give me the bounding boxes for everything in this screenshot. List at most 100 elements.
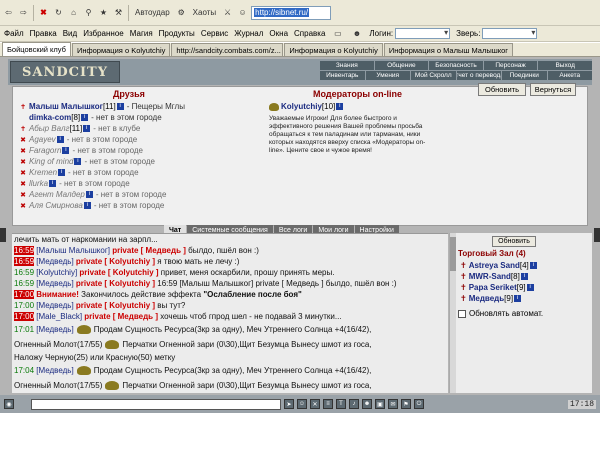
room-user-name[interactable]: MWR-Sand — [469, 272, 511, 281]
autoudar-button[interactable]: Автоудар — [132, 5, 173, 21]
room-user-name[interactable]: Медведь — [469, 294, 504, 303]
nav-knowledge[interactable]: Знания — [320, 61, 374, 70]
chat-time[interactable]: 16:59 — [14, 257, 35, 266]
friend-row[interactable]: ✖ Kremen i - нет в этом городе — [17, 167, 267, 178]
menu-item-favorites[interactable]: Избранное — [83, 29, 124, 38]
friend-name[interactable]: Kremen — [29, 168, 57, 177]
smiles-icon[interactable]: ☺ — [297, 399, 307, 409]
left-resize-handle[interactable] — [0, 228, 6, 242]
info-icon[interactable]: i — [526, 284, 534, 291]
info-icon[interactable]: i — [336, 103, 344, 110]
nav-communication[interactable]: Общение — [374, 61, 429, 70]
fight-icon[interactable]: ⚔ — [221, 5, 234, 21]
nav-skills[interactable]: Умения — [365, 71, 410, 80]
info-icon[interactable]: i — [74, 158, 82, 165]
people-icon[interactable]: ☻ — [362, 399, 372, 409]
info-icon[interactable]: i — [49, 180, 57, 187]
friend-name[interactable]: Аля Смирнова — [29, 201, 83, 210]
back-arrow-icon[interactable]: ⇦ — [2, 5, 15, 21]
chat-time[interactable]: 16:59 — [14, 268, 34, 277]
chat-private[interactable]: private [ Медведь ] — [112, 246, 186, 255]
menu-item-products[interactable]: Продукты — [159, 29, 195, 38]
window-icon[interactable]: ▭ — [331, 26, 344, 42]
info-icon[interactable]: i — [529, 262, 537, 269]
chat-user[interactable]: [Медведь] — [36, 301, 73, 310]
translit-icon[interactable]: T — [336, 399, 346, 409]
filter-icon[interactable]: ≡ — [323, 399, 333, 409]
friend-row[interactable]: ✖ Faragorn i - нет в этом городе — [17, 145, 267, 156]
info-icon[interactable]: i — [520, 273, 528, 280]
friend-name[interactable]: Faragorn — [29, 146, 61, 155]
friend-name[interactable]: Абыр Валг — [29, 124, 69, 133]
info-icon[interactable]: i — [83, 125, 91, 132]
chat-time[interactable]: 17:00 — [14, 312, 35, 321]
tab-fight-club[interactable]: Бойцовский клуб — [2, 42, 71, 56]
chat-time[interactable]: 16:59 — [14, 279, 34, 288]
room-user-name[interactable]: Papa Seriket — [469, 283, 517, 292]
refresh-button[interactable]: Обновить — [478, 83, 526, 96]
favorites-icon[interactable]: ★ — [97, 5, 110, 21]
clear-icon[interactable]: ✕ — [310, 399, 320, 409]
gear-icon[interactable]: ⚙ — [175, 5, 188, 21]
chat-user[interactable]: [Медведь] — [36, 366, 73, 375]
menu-item-view[interactable]: Вид — [63, 29, 77, 38]
auto-refresh-checkbox[interactable] — [458, 309, 466, 318]
friend-row[interactable]: ✖ Agayev i - нет в этом городе — [17, 134, 267, 145]
sound-icon[interactable]: ♪ — [349, 399, 359, 409]
menu-item-windows[interactable]: Окна — [269, 29, 288, 38]
friend-row[interactable]: ✖ Аля Смирнова i - нет в этом городе — [17, 200, 267, 211]
chat-user[interactable]: [Малыш Малышког] — [36, 246, 110, 255]
room-user-row[interactable]: ✝ Медведь [9] i — [460, 293, 537, 304]
chat-time[interactable]: 17:01 — [14, 325, 34, 334]
info-icon[interactable]: i — [58, 169, 66, 176]
info-icon[interactable]: i — [56, 136, 64, 143]
exit-icon[interactable]: ⏻ — [414, 399, 424, 409]
friend-row[interactable]: ✝ Малыш Малышког [11] i - Пещеры Мглы — [17, 101, 267, 112]
chat-time[interactable]: 16:59 — [14, 246, 35, 255]
room-user-row[interactable]: ✝ Papa Seriket [9] i — [460, 282, 537, 293]
stop-icon[interactable]: ✖ — [37, 5, 50, 21]
right-resize-handle[interactable] — [594, 228, 600, 242]
beast-select[interactable] — [482, 28, 538, 39]
chat-user[interactable]: [Медведь] — [36, 257, 73, 266]
menu-item-magic[interactable]: Магия — [130, 29, 153, 38]
login-select[interactable] — [395, 28, 451, 39]
search-icon[interactable]: ⚲ — [82, 5, 95, 21]
nav-exit[interactable]: Выход — [538, 61, 592, 70]
friend-name[interactable]: Малыш Малышког — [29, 102, 103, 111]
user-icon[interactable]: ☺ — [236, 5, 249, 21]
tab-info-kolyutchiy-2[interactable]: Информация о Kolyutchiy — [284, 43, 383, 56]
info-icon[interactable]: i — [81, 114, 89, 121]
friend-name[interactable]: llurka — [29, 179, 48, 188]
menu-item-journal[interactable]: Журнал — [234, 29, 263, 38]
info-icon[interactable]: i — [514, 295, 522, 302]
moderator-row[interactable]: Kolyutchiy [10] i — [269, 101, 447, 112]
friend-name[interactable]: Агент Малдер — [29, 190, 85, 199]
chat-private[interactable]: private [ Медведь ] — [84, 312, 158, 321]
nav-my-scroll[interactable]: Мой Скролл — [411, 71, 456, 80]
nav-character[interactable]: Персонаж — [483, 61, 538, 70]
refresh-icon[interactable]: ↻ — [52, 5, 65, 21]
chat-user[interactable]: [Медведь] — [36, 279, 73, 288]
nav-battles[interactable]: Поединки — [502, 71, 547, 80]
menu-item-edit[interactable]: Правка — [30, 29, 57, 38]
chat-scrollbar[interactable] — [449, 233, 456, 393]
friend-row[interactable]: ✝ Абыр Валг [11] i - нет в клубе — [17, 123, 267, 134]
nav-security[interactable]: Безопасность — [429, 61, 483, 70]
info-icon[interactable]: i — [62, 147, 70, 154]
address-bar[interactable]: http://sibnet.ru/ — [251, 5, 332, 20]
info-icon[interactable]: i — [85, 191, 93, 198]
chat-private[interactable]: private [ Kolyutchiy ] — [76, 257, 155, 266]
flag-icon[interactable]: ⚑ — [401, 399, 411, 409]
moderator-name[interactable]: Kolyutchiy — [281, 102, 322, 111]
smile-icon[interactable]: ☻ — [350, 26, 363, 42]
friend-row[interactable]: ✖ King of mind i - нет в этом городе — [17, 156, 267, 167]
menu-item-file[interactable]: Файл — [4, 29, 24, 38]
forward-arrow-icon[interactable]: ⇨ — [17, 5, 30, 21]
friend-row[interactable]: dimka-com [8] i - нет в этом городе — [17, 112, 267, 123]
friend-name[interactable]: dimka-com — [29, 113, 71, 122]
back-button[interactable]: Вернуться — [530, 83, 576, 96]
friend-row[interactable]: ✖ Агент Малдер i - нет в этом городе — [17, 189, 267, 200]
room-user-name[interactable]: Astreya Sand — [469, 261, 520, 270]
nav-inventory[interactable]: Инвентарь — [320, 71, 365, 80]
